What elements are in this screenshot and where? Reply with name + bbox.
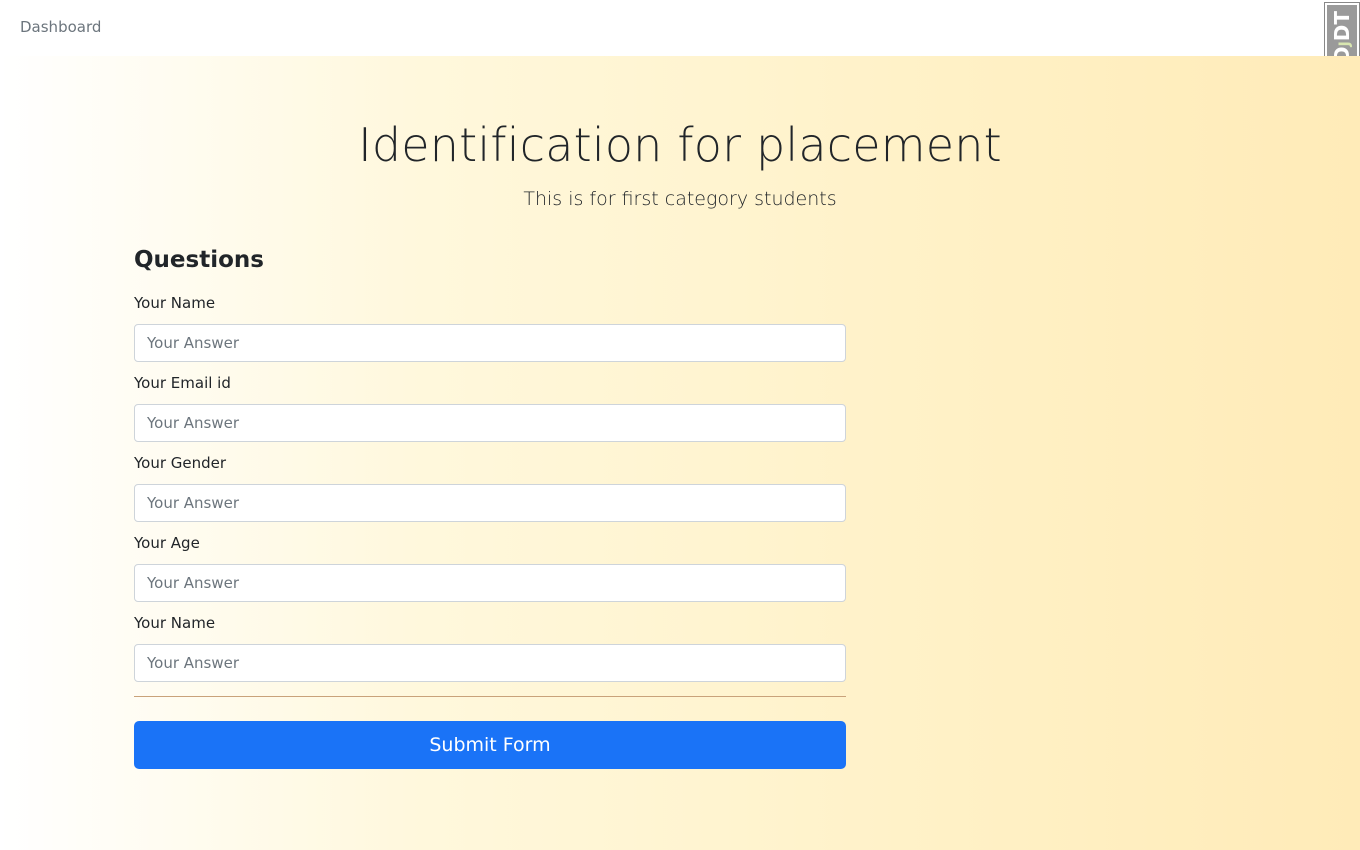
- nav-link-dashboard[interactable]: Dashboard: [20, 18, 101, 36]
- field-gender: Your Gender: [134, 452, 846, 522]
- name-input-2[interactable]: [134, 644, 846, 682]
- email-input[interactable]: [134, 404, 846, 442]
- field-label-age: Your Age: [134, 534, 200, 552]
- field-email: Your Email id: [134, 372, 846, 442]
- field-label-email: Your Email id: [134, 374, 231, 392]
- questions-heading: Questions: [134, 247, 264, 273]
- placement-form: Questions Your Name Your Email id Your G…: [134, 244, 846, 769]
- field-name-2: Your Name: [134, 612, 846, 682]
- field-label-name: Your Name: [134, 294, 216, 312]
- field-name: Your Name: [134, 292, 846, 362]
- field-label-gender: Your Gender: [134, 454, 227, 472]
- page-title: Identification for placement: [358, 118, 1002, 172]
- field-label-name-2: Your Name: [134, 614, 216, 632]
- form-divider: [134, 696, 846, 697]
- name-input[interactable]: [134, 324, 846, 362]
- main-content: Identification for placement This is for…: [0, 56, 1360, 850]
- gender-input[interactable]: [134, 484, 846, 522]
- top-navbar: Dashboard: [0, 0, 1360, 56]
- submit-form-button[interactable]: Submit Form: [134, 721, 846, 769]
- field-age: Your Age: [134, 532, 846, 602]
- age-input[interactable]: [134, 564, 846, 602]
- page-subtitle: This is for first category students: [523, 188, 837, 210]
